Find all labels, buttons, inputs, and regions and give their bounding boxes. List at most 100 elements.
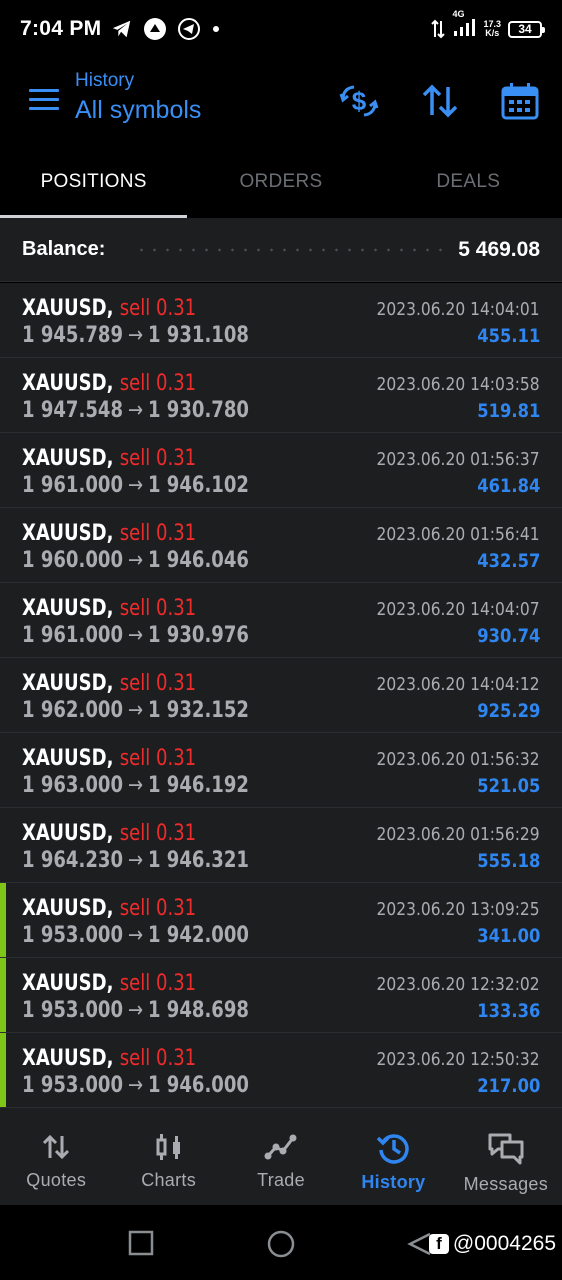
open-price: 1 961.000 — [22, 473, 124, 498]
position-direction: sell 0.31 — [119, 446, 197, 471]
nav-messages[interactable]: Messages — [450, 1108, 562, 1205]
position-prices: 1 945.789 → 1 931.108 — [22, 323, 249, 348]
nav-trade-label: Trade — [257, 1170, 305, 1190]
position-title: XAUUSD, sell 0.31 — [22, 521, 196, 546]
position-title: XAUUSD, sell 0.31 — [22, 896, 196, 921]
hamburger-menu-icon[interactable] — [29, 89, 59, 111]
close-price: 1 942.000 — [147, 923, 249, 948]
status-bar: 7:04 PM 4G 17.3 K/s 34 — [0, 0, 562, 58]
position-title: XAUUSD, sell 0.31 — [22, 296, 196, 321]
network-type: 4G — [452, 8, 465, 19]
arrow-right-icon: → — [127, 623, 144, 648]
chat-bubbles-icon — [488, 1133, 524, 1165]
position-row[interactable]: XAUUSD, sell 0.31 1 960.000 → 1 946.046 2023… — [0, 508, 562, 583]
close-price: 1 931.108 — [147, 323, 249, 348]
nav-trade[interactable]: Trade — [225, 1108, 337, 1205]
close-price: 1 946.102 — [147, 473, 249, 498]
close-price: 1 930.780 — [147, 398, 249, 423]
battery-icon: 34 — [508, 20, 545, 38]
position-row[interactable]: XAUUSD, sell 0.31 1 961.000 → 1 946.102 2023… — [0, 433, 562, 508]
position-profit: 341.00 — [476, 925, 540, 947]
sort-button[interactable] — [417, 78, 463, 124]
position-row[interactable]: XAUUSD, sell 0.31 1 964.230 → 1 946.321 2023… — [0, 808, 562, 883]
status-time: 7:04 PM — [20, 17, 102, 40]
position-symbol: XAUUSD, — [22, 446, 114, 471]
nav-messages-label: Messages — [463, 1174, 549, 1194]
position-profit: 432.57 — [476, 550, 540, 572]
nav-charts[interactable]: Charts — [112, 1108, 224, 1205]
signal-icon: 4G — [452, 9, 476, 42]
position-prices: 1 964.230 → 1 946.321 — [22, 848, 249, 873]
arrow-right-icon: → — [127, 398, 144, 423]
arrow-right-icon: → — [127, 773, 144, 798]
close-price: 1 946.046 — [147, 548, 249, 573]
position-title: XAUUSD, sell 0.31 — [22, 671, 196, 696]
watermark: f @0004265 — [428, 1232, 556, 1256]
candlestick-chart-icon — [156, 1134, 180, 1160]
position-symbol: XAUUSD, — [22, 671, 114, 696]
nav-quotes[interactable]: Quotes — [0, 1108, 112, 1205]
position-row[interactable]: XAUUSD, sell 0.31 1 945.789 → 1 931.108 2023… — [0, 283, 562, 358]
position-symbol: XAUUSD, — [22, 821, 114, 846]
status-notification-icons — [111, 17, 221, 41]
app-header: History All symbols $ — [0, 58, 562, 146]
position-title: XAUUSD, sell 0.31 — [22, 371, 196, 396]
position-row[interactable]: XAUUSD, sell 0.31 1 961.000 → 1 930.976 2023… — [0, 583, 562, 658]
position-row[interactable]: XAUUSD, sell 0.31 1 947.548 → 1 930.780 2023… — [0, 358, 562, 433]
position-prices: 1 963.000 → 1 946.192 — [22, 773, 249, 798]
position-symbol: XAUUSD, — [22, 1046, 114, 1071]
dot-icon — [213, 26, 220, 32]
position-title: XAUUSD, sell 0.31 — [22, 446, 196, 471]
telegram-circle-icon — [178, 18, 201, 40]
position-row[interactable]: XAUUSD, sell 0.31 1 953.000 → 1 946.000 2023… — [0, 1033, 562, 1108]
arrow-right-icon: → — [127, 323, 144, 348]
position-row[interactable]: XAUUSD, sell 0.31 1 962.000 → 1 932.152 2023… — [0, 658, 562, 733]
position-title: XAUUSD, sell 0.31 — [22, 746, 196, 771]
telegram-icon — [113, 20, 131, 38]
calendar-button[interactable] — [497, 78, 543, 124]
tab-deals[interactable]: DEALS — [375, 146, 562, 218]
position-direction: sell 0.31 — [119, 671, 197, 696]
currency-exchange-button[interactable]: $ — [336, 78, 382, 124]
position-date: 2023.06.20 14:04:07 — [376, 599, 540, 620]
home-button[interactable] — [266, 1230, 296, 1263]
arrow-right-icon: → — [127, 923, 144, 948]
balance-value: 5 469.08 — [458, 237, 540, 261]
nav-quotes-label: Quotes — [26, 1170, 87, 1190]
position-date: 2023.06.20 12:50:32 — [376, 1049, 540, 1070]
position-title: XAUUSD, sell 0.31 — [22, 596, 196, 621]
nav-charts-label: Charts — [141, 1170, 197, 1190]
open-price: 1 961.000 — [22, 623, 124, 648]
position-row[interactable]: XAUUSD, sell 0.31 1 963.000 → 1 946.192 2023… — [0, 733, 562, 808]
history-tabs: POSITIONS ORDERS DEALS — [0, 146, 562, 218]
app-notification-icon — [144, 18, 167, 40]
position-row[interactable]: XAUUSD, sell 0.31 1 953.000 → 1 948.698 2023… — [0, 958, 562, 1033]
position-symbol: XAUUSD, — [22, 371, 114, 396]
position-profit: 930.74 — [476, 625, 540, 647]
network-speed: 17.3 K/s — [483, 20, 501, 38]
close-price: 1 932.152 — [147, 698, 249, 723]
tab-positions[interactable]: POSITIONS — [0, 146, 188, 218]
header-title: All symbols — [75, 96, 202, 124]
balance-row: Balance: 5 469.08 — [0, 218, 562, 282]
close-price: 1 946.192 — [147, 773, 249, 798]
header-title-block[interactable]: History All symbols — [75, 70, 201, 125]
position-date: 2023.06.20 01:56:32 — [376, 749, 540, 770]
position-date: 2023.06.20 14:03:58 — [376, 374, 540, 395]
facebook-icon: f — [428, 1234, 449, 1254]
position-profit: 217.00 — [476, 1075, 540, 1097]
position-profit: 925.29 — [476, 700, 540, 722]
quotes-arrows-icon — [43, 1134, 70, 1160]
position-prices: 1 960.000 → 1 946.046 — [22, 548, 249, 573]
position-profit: 455.11 — [476, 325, 540, 347]
data-transfer-icon — [431, 19, 446, 39]
recents-button[interactable] — [128, 1230, 154, 1261]
nav-history[interactable]: History — [337, 1108, 449, 1205]
position-date: 2023.06.20 14:04:12 — [376, 674, 540, 695]
position-symbol: XAUUSD, — [22, 521, 114, 546]
position-profit: 521.05 — [476, 775, 540, 797]
sort-icon — [422, 84, 458, 118]
position-direction: sell 0.31 — [119, 371, 197, 396]
position-row[interactable]: XAUUSD, sell 0.31 1 953.000 → 1 942.000 2023… — [0, 883, 562, 958]
tab-orders[interactable]: ORDERS — [187, 146, 374, 218]
